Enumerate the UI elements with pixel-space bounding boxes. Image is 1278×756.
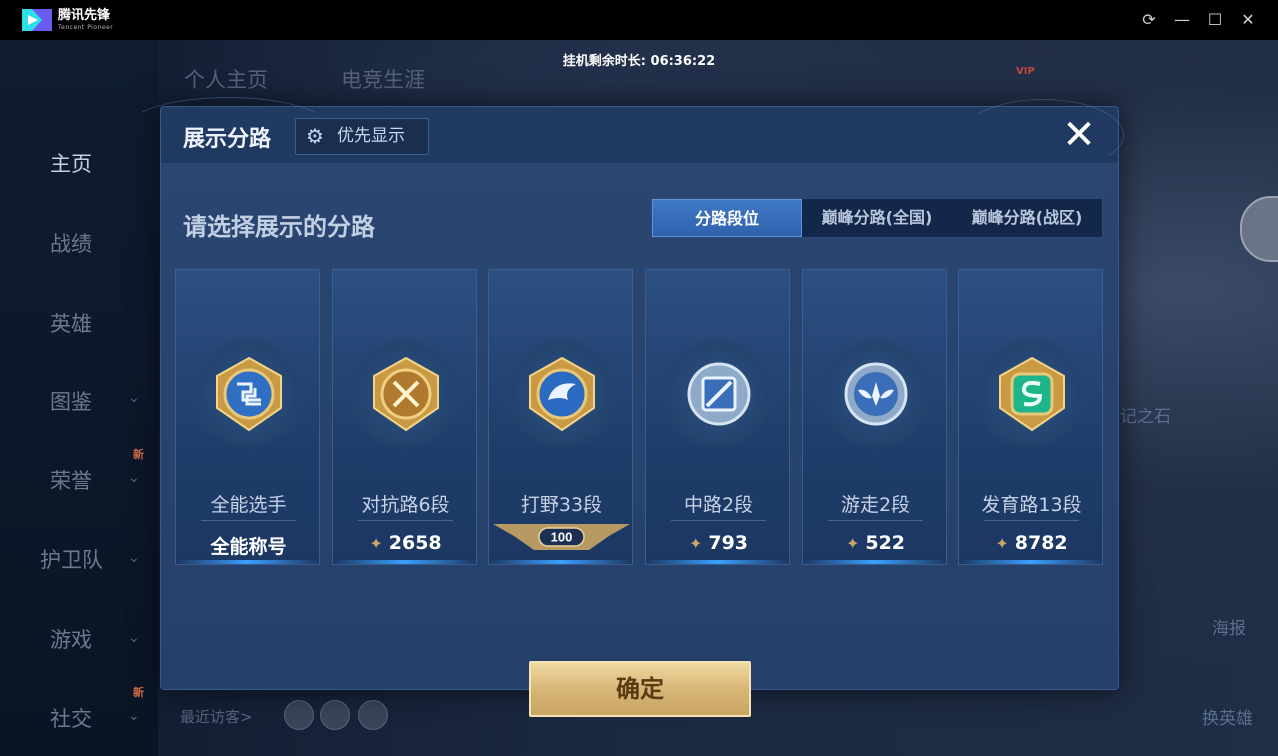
lane-name: 发育路13段	[981, 494, 1082, 516]
nav-records[interactable]: 战绩	[50, 228, 92, 258]
chevron-down-icon: ⌄	[128, 550, 140, 566]
priority-display-button[interactable]: ⚙ 优先显示	[295, 118, 429, 155]
recent-visitors-link[interactable]: 最近访客>	[180, 706, 253, 727]
avatar[interactable]	[320, 700, 350, 730]
lane-card-jungle[interactable]: 打野33段 100	[488, 269, 633, 565]
title-bar: 腾讯先锋 Tencent Pioneer ⟳ — ☐ ✕	[0, 0, 1278, 40]
poster-button[interactable]: 海报	[1212, 614, 1246, 639]
tab-peak-national[interactable]: 巅峰分路(全国)	[802, 199, 952, 237]
app-subtitle: Tencent Pioneer	[58, 24, 114, 31]
lane-points: ✦ 2658	[369, 532, 442, 554]
all-round-emblem-icon	[216, 356, 282, 432]
confirm-button[interactable]: 确定	[529, 661, 751, 717]
lane-points: ✦ 8782	[995, 532, 1068, 554]
chevron-down-icon: ⌄	[128, 390, 140, 406]
badge-100-text: 100	[551, 530, 573, 545]
roam-emblem-icon	[844, 362, 908, 426]
lane-name: 全能选手	[210, 494, 287, 516]
dialog-body: 请选择展示的分路 分路段位 巅峰分路(全国) 巅峰分路(战区) 全能选手 全能称…	[161, 163, 1118, 717]
points-icon: ✦	[845, 534, 860, 553]
chevron-down-icon: ⌄	[128, 470, 140, 486]
lane-name: 中路2段	[683, 494, 754, 516]
lane-card-farm[interactable]: 发育路13段 ✦ 8782	[958, 269, 1103, 565]
nav-home[interactable]: 主页	[50, 148, 92, 178]
nav-encyclopedia[interactable]: 图鉴	[50, 386, 92, 416]
mid-lane-emblem-icon	[687, 362, 751, 426]
change-hero-button[interactable]: 换英雄	[1202, 704, 1253, 729]
tab-lane-rank[interactable]: 分路段位	[652, 199, 802, 237]
dialog-subtitle: 请选择展示的分路	[183, 213, 375, 241]
maximize-button[interactable]: ☐	[1203, 8, 1227, 32]
new-badge: 新	[133, 686, 144, 699]
lane-card-clash[interactable]: 对抗路6段 ✦ 2658	[332, 269, 477, 565]
lane-tabs: 分路段位 巅峰分路(全国) 巅峰分路(战区)	[651, 198, 1103, 238]
app-name: 腾讯先锋	[58, 8, 111, 23]
level-100-badge: 100	[493, 524, 630, 550]
points-icon: ✦	[688, 534, 703, 553]
app-logo-icon	[22, 9, 52, 31]
lane-card-all-round[interactable]: 全能选手 全能称号	[175, 269, 320, 565]
avatar[interactable]	[358, 700, 388, 730]
bg-stone-text: 记之石	[1120, 407, 1171, 427]
refresh-button[interactable]: ⟳	[1137, 8, 1161, 32]
farm-lane-emblem-icon	[999, 356, 1065, 432]
lane-name: 游走2段	[840, 494, 911, 516]
minimize-button[interactable]: —	[1170, 8, 1194, 32]
jungle-emblem-icon	[529, 356, 595, 432]
lane-display-dialog: 展示分路 ⚙ 优先显示 ✕ 请选择展示的分路 分路段位 巅峰分路(全国) 巅峰分…	[127, 97, 1124, 717]
nav-social[interactable]: 社交	[50, 703, 92, 733]
lane-name: 对抗路6段	[361, 494, 450, 516]
points-icon: ✦	[369, 534, 383, 553]
avatar[interactable]	[284, 700, 314, 730]
nav-games[interactable]: 游戏	[50, 624, 92, 654]
points-icon: ✦	[995, 534, 1009, 553]
nav-heroes[interactable]: 英雄	[50, 308, 92, 338]
chevron-down-icon: ⌄	[128, 708, 140, 724]
lane-points: ✦ 522	[845, 532, 906, 554]
gear-icon: ⚙	[306, 124, 324, 148]
new-badge: 新	[133, 448, 144, 461]
idle-timer: 挂机剩余时长: 06:36:22	[562, 54, 716, 69]
priority-display-label: 优先显示	[337, 126, 405, 146]
nav-guard[interactable]: 护卫队	[40, 544, 103, 574]
clash-lane-emblem-icon	[373, 356, 439, 432]
lane-points: ✦ 793	[688, 532, 749, 554]
left-nav: 主页 战绩 英雄 图鉴 ⌄ 荣誉 新 ⌄ 护卫队 ⌄ 游戏 ⌄ 社交 新 ⌄	[0, 40, 158, 756]
lane-card-roam[interactable]: 游走2段 ✦ 522	[802, 269, 947, 565]
close-dialog-button[interactable]: ✕	[1059, 115, 1099, 155]
chevron-down-icon: ⌄	[128, 630, 140, 646]
tab-peak-region[interactable]: 巅峰分路(战区)	[952, 199, 1102, 237]
close-window-button[interactable]: ✕	[1236, 8, 1260, 32]
nav-honor[interactable]: 荣誉	[50, 465, 92, 495]
lane-card-mid[interactable]: 中路2段 ✦ 793	[645, 269, 790, 565]
lane-name: 打野33段	[520, 494, 603, 516]
dialog-title: 展示分路	[183, 127, 272, 152]
lane-title-label: 全能称号	[210, 536, 287, 558]
decor-swirl	[962, 99, 1124, 171]
